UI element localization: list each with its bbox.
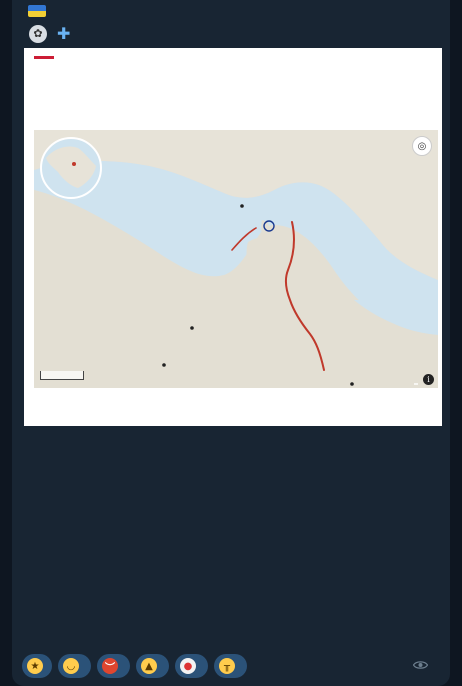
reaction-bar: ★ ◡ ︶ ▲ ● ╥ [22, 654, 247, 678]
map-info-icon[interactable]: i [423, 374, 434, 385]
clown-face-icon: ● [180, 658, 196, 674]
reaction-thumbs-up[interactable]: ▲ [136, 654, 169, 678]
cross-icon: ✚ [57, 24, 71, 43]
forwarded-header[interactable]: ✿ ✚ [24, 24, 70, 43]
reaction-grinning[interactable]: ◡ [58, 654, 91, 678]
eye-icon [413, 661, 428, 669]
star-icon: ★ [27, 658, 43, 674]
locate-icon[interactable]: ◎ [412, 136, 432, 156]
map-geography [34, 130, 438, 388]
ukraine-flag-icon [28, 5, 46, 17]
grinning-face-icon: ◡ [63, 658, 79, 674]
channel-avatar-icon: ✿ [29, 24, 47, 43]
reaction-star[interactable]: ★ [22, 654, 52, 678]
reaction-angry[interactable]: ︶ [97, 654, 130, 678]
message-bubble: ✿ ✚ ◎ i ★ ◡ ︶ ▲ ● ╥ [12, 0, 450, 686]
photo-attachment[interactable]: ◎ i [24, 48, 442, 426]
map-attribution [414, 383, 418, 385]
ft-accent-bar [34, 56, 54, 59]
post-body [24, 432, 428, 443]
map-scale-bar [40, 371, 84, 380]
route-map: ◎ i [34, 130, 438, 388]
message-meta [413, 660, 438, 670]
globe-location-dot [72, 162, 76, 166]
angry-face-icon: ︶ [102, 658, 118, 674]
thumbs-up-icon: ▲ [141, 658, 157, 674]
reaction-crying[interactable]: ╥ [214, 654, 247, 678]
crying-face-icon: ╥ [219, 658, 235, 674]
reaction-clown[interactable]: ● [175, 654, 208, 678]
sender-name[interactable] [24, 4, 46, 20]
